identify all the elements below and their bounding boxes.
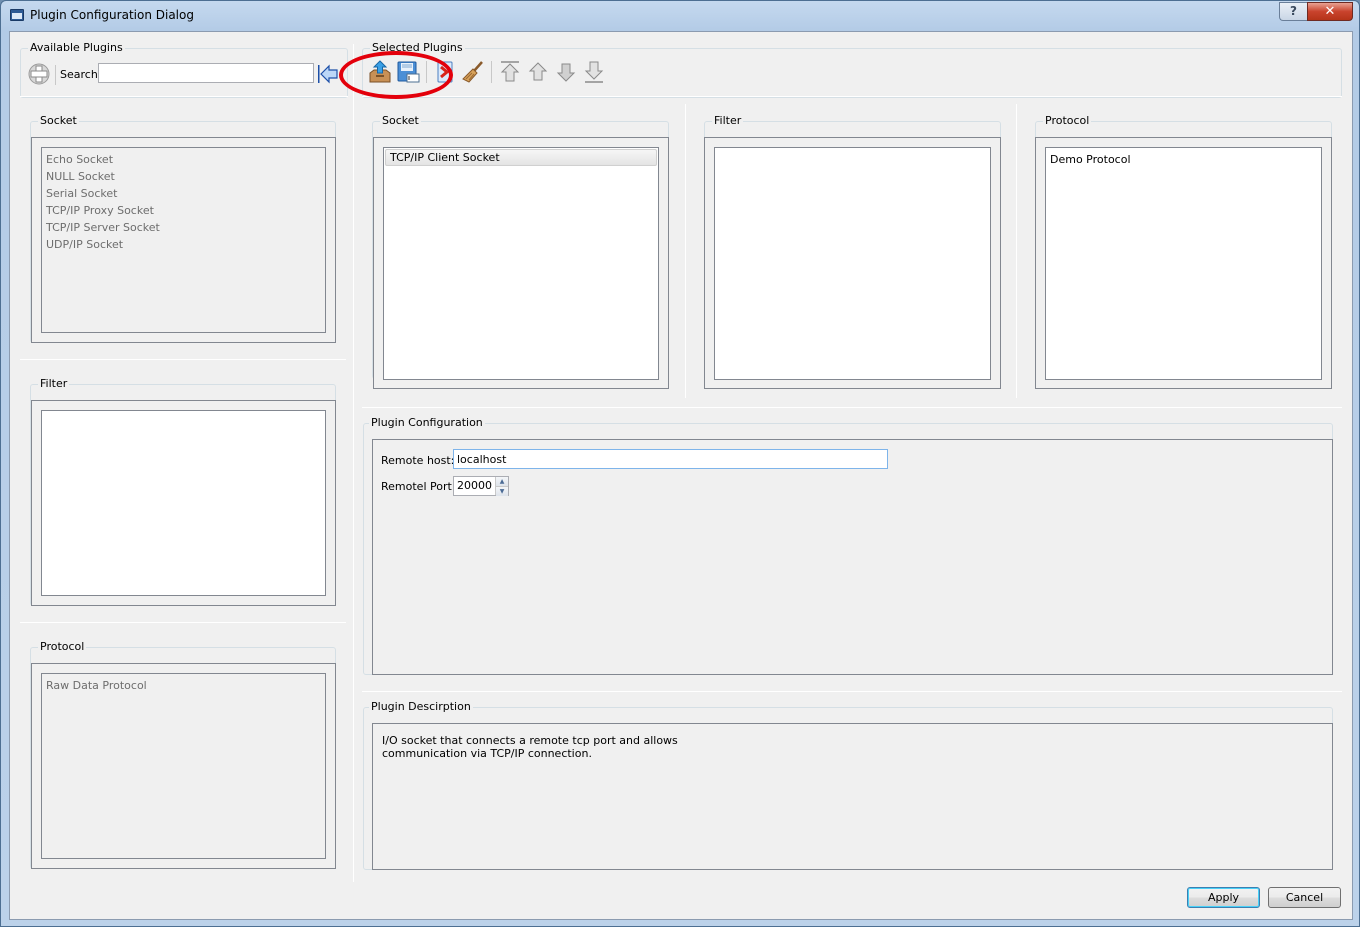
available-filter-list[interactable] (41, 410, 326, 596)
spin-up-button[interactable]: ▲ (496, 477, 508, 487)
available-protocol-list[interactable]: Raw Data Protocol (41, 673, 326, 859)
vertical-divider (685, 104, 686, 398)
plugin-configuration-title: Plugin Configuration (369, 416, 485, 429)
divider (362, 691, 1342, 692)
remove-button[interactable] (431, 59, 459, 85)
divider (20, 359, 346, 360)
toolbar-separator (491, 61, 492, 83)
selected-protocol-title: Protocol (1043, 114, 1092, 127)
available-plugins-title: Available Plugins (28, 41, 125, 54)
remote-host-input[interactable] (453, 449, 888, 469)
description-line: I/O socket that connects a remote tcp po… (382, 734, 678, 747)
description-line: communication via TCP/IP connection. (382, 747, 592, 760)
vertical-divider (1016, 104, 1017, 398)
search-label: Search: (60, 68, 102, 81)
move-top-button[interactable] (496, 59, 524, 85)
save-button[interactable] (394, 59, 422, 85)
arrow-left-icon (318, 64, 338, 84)
divider (362, 96, 1342, 97)
available-socket-list[interactable]: Echo Socket NULL Socket Serial Socket TC… (41, 147, 326, 333)
title-bar: Plugin Configuration Dialog ? ✕ (1, 1, 1359, 29)
plus-icon (28, 63, 50, 85)
search-input[interactable] (98, 63, 314, 83)
arrow-top-icon (500, 61, 520, 82)
available-protocol-title: Protocol (38, 640, 87, 653)
move-to-selected-button[interactable] (317, 63, 339, 85)
remove-icon (437, 61, 453, 83)
save-floppy-icon (397, 61, 420, 83)
arrow-bottom-icon (584, 61, 604, 83)
move-bottom-button[interactable] (580, 59, 608, 85)
close-button[interactable]: ✕ (1307, 2, 1353, 21)
list-item[interactable]: Echo Socket (42, 151, 325, 168)
move-up-button[interactable] (524, 59, 552, 85)
list-item[interactable]: Raw Data Protocol (42, 677, 325, 694)
remote-host-label: Remote host: (381, 454, 455, 467)
selected-toolbar (366, 59, 608, 85)
selected-socket-title: Socket (380, 114, 421, 127)
broom-icon (462, 61, 483, 83)
import-tray-icon (369, 60, 391, 83)
list-item[interactable]: NULL Socket (42, 168, 325, 185)
available-socket-title: Socket (38, 114, 79, 127)
remote-port-label: Remotel Port: (381, 480, 456, 493)
plugin-configuration-frame (372, 439, 1333, 675)
plugin-description-title: Plugin Descirption (369, 700, 473, 713)
toolbar-separator (55, 65, 56, 85)
toolbar-separator (426, 61, 427, 83)
help-button[interactable]: ? (1279, 2, 1307, 21)
list-item[interactable]: UDP/IP Socket (42, 236, 325, 253)
spin-down-button[interactable]: ▼ (496, 487, 508, 496)
add-plugin-button[interactable] (28, 63, 50, 85)
dialog-body: Available Plugins Search: Socket Echo So… (9, 31, 1353, 920)
list-item[interactable]: TCP/IP Proxy Socket (42, 202, 325, 219)
apply-button[interactable]: Apply (1187, 887, 1260, 908)
selected-filter-title: Filter (712, 114, 744, 127)
plugin-description-text: I/O socket that connects a remote tcp po… (382, 734, 678, 760)
import-button[interactable] (366, 59, 394, 85)
divider (20, 96, 348, 97)
window-icon (10, 9, 24, 21)
remote-port-spinbox[interactable]: 20000 ▲ ▼ (453, 476, 509, 496)
selected-plugins-title: Selected Plugins (370, 41, 465, 54)
list-item[interactable]: Serial Socket (42, 185, 325, 202)
remote-port-value[interactable]: 20000 (454, 477, 495, 495)
clear-button[interactable] (459, 59, 487, 85)
divider (362, 407, 1342, 408)
selected-socket-list[interactable]: TCP/IP Client Socket (383, 147, 659, 380)
arrow-up-icon (528, 62, 548, 81)
arrow-down-icon (556, 63, 576, 82)
available-filter-title: Filter (38, 377, 70, 390)
selected-filter-list[interactable] (714, 147, 991, 380)
vertical-divider (353, 44, 354, 882)
list-item[interactable]: Demo Protocol (1046, 151, 1321, 168)
selected-protocol-list[interactable]: Demo Protocol (1045, 147, 1322, 380)
list-item[interactable]: TCP/IP Server Socket (42, 219, 325, 236)
divider (20, 622, 346, 623)
dialog-window: Plugin Configuration Dialog ? ✕ Availabl… (0, 0, 1360, 927)
move-down-button[interactable] (552, 59, 580, 85)
window-title: Plugin Configuration Dialog (30, 8, 194, 22)
list-item-selected[interactable]: TCP/IP Client Socket (385, 149, 657, 166)
cancel-button[interactable]: Cancel (1268, 887, 1341, 908)
